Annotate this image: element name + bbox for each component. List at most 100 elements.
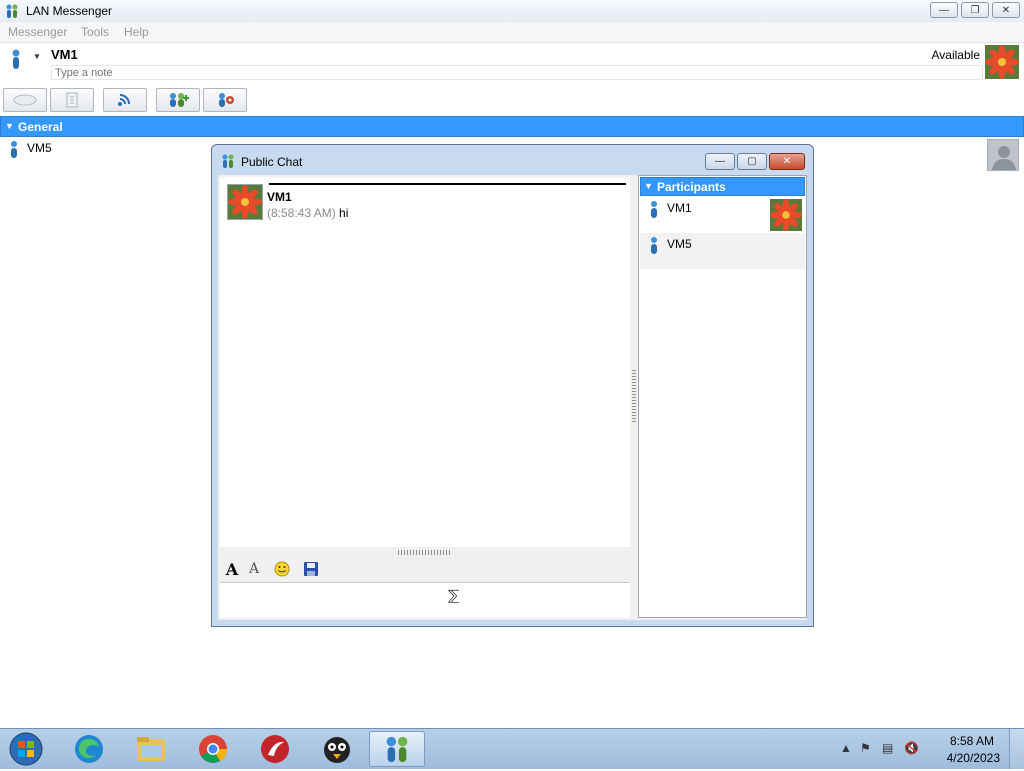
taskbar-chrome[interactable] — [186, 731, 240, 767]
app-red-icon — [261, 735, 289, 763]
participant-status-icon — [649, 236, 659, 257]
message-history[interactable]: VM1 (8:58:43 AM) hi — [220, 177, 630, 547]
game-bird-icon — [324, 737, 350, 763]
participant-status-icon — [649, 200, 659, 221]
chat-window-title: Public Chat — [241, 155, 303, 169]
message-timestamp: (8:58:43 AM) — [267, 206, 336, 220]
public-chat-window[interactable]: Public Chat — ▢ ✕ VM1 (8:58:43 AM) hi A … — [211, 144, 814, 627]
status-text[interactable]: Available — [932, 48, 980, 62]
contact-name: VM5 — [27, 141, 52, 155]
restore-button[interactable]: ❐ — [961, 2, 989, 18]
status-dropdown-icon[interactable]: ▼ — [33, 52, 41, 61]
flower-avatar-icon — [770, 199, 802, 231]
participants-header[interactable]: ▼ Participants — [640, 177, 805, 196]
main-title-bar: LAN Messenger — ❐ ✕ — [0, 0, 1024, 23]
close-button[interactable]: ✕ — [992, 2, 1020, 18]
user-status-icon[interactable] — [8, 48, 24, 73]
menu-help[interactable]: Help — [124, 25, 149, 39]
message-line: (8:58:43 AM) hi — [267, 206, 348, 220]
lan-messenger-icon — [386, 736, 408, 763]
close-icon: ✕ — [782, 156, 792, 167]
folder-icon — [137, 737, 165, 761]
contact-status-icon — [9, 140, 19, 161]
taskbar-game[interactable] — [310, 731, 364, 767]
minimize-button[interactable]: — — [930, 2, 958, 18]
vertical-splitter-handle[interactable] — [632, 370, 636, 422]
chat-maximize-button[interactable]: ▢ — [737, 153, 767, 170]
chat-icon — [13, 94, 37, 106]
taskbar-app-red[interactable] — [248, 731, 302, 767]
start-button[interactable] — [6, 730, 46, 768]
note-input[interactable] — [51, 65, 983, 80]
user-avatar[interactable] — [985, 45, 1019, 82]
clock-time[interactable]: 8:58 AM — [950, 734, 994, 748]
public-chat-icon — [220, 153, 236, 172]
taskbar-edge[interactable] — [62, 731, 116, 767]
font-button[interactable]: A — [222, 560, 242, 579]
participant-name: VM1 — [667, 201, 692, 215]
show-desktop-button[interactable] — [1009, 729, 1024, 769]
volume-muted-icon[interactable]: 🔇 — [904, 741, 919, 755]
window-title: LAN Messenger — [26, 4, 113, 18]
taskbar-file-explorer[interactable] — [124, 731, 178, 767]
save-icon — [304, 562, 318, 576]
format-toolbar: A A — [220, 557, 630, 581]
minimize-icon: — — [939, 4, 949, 16]
action-center-flag-icon[interactable]: ⚑ — [860, 741, 871, 755]
participants-panel: ▼ Participants VM1 VM5 — [638, 175, 807, 618]
system-tray: ▲ ⚑ ▤ 🔇 8:58 AM 4/20/2023 — [834, 729, 1024, 769]
message-sender: VM1 — [267, 190, 292, 204]
user-header: ▼ VM1 Available — [0, 43, 1024, 83]
save-chat-button[interactable] — [301, 560, 321, 578]
restore-icon: ❐ — [970, 4, 980, 16]
broadcast-button[interactable] — [103, 88, 147, 112]
file-transfer-icon — [66, 92, 78, 108]
participant-item[interactable]: VM5 — [640, 233, 805, 269]
clock-date[interactable]: 4/20/2023 — [947, 751, 1000, 765]
chat-button[interactable] — [3, 88, 47, 112]
network-icon[interactable]: ▤ — [882, 741, 893, 755]
emoticon-button[interactable] — [272, 560, 292, 578]
message-input[interactable] — [220, 582, 630, 618]
message-text: hi — [339, 206, 349, 220]
default-avatar-icon — [987, 139, 1019, 171]
mouse-ibeam-cursor: ⅀ — [448, 587, 460, 603]
horizontal-splitter-handle[interactable] — [398, 550, 452, 555]
participants-label: Participants — [657, 180, 726, 194]
menu-bar: Messenger Tools Help — [0, 22, 1024, 43]
menu-messenger[interactable]: Messenger — [8, 25, 67, 39]
minimize-icon: — — [715, 156, 725, 167]
message-separator — [269, 183, 626, 185]
public-chat-button[interactable] — [156, 88, 200, 112]
settings-icon — [219, 93, 234, 107]
edge-icon — [75, 735, 103, 763]
taskbar-lan-messenger[interactable] — [369, 731, 425, 767]
expand-triangle-icon: ▼ — [5, 121, 14, 131]
flower-avatar-icon — [228, 185, 262, 219]
font-color-button[interactable]: A — [244, 560, 264, 578]
public-chat-icon — [170, 93, 189, 107]
group-label: General — [18, 120, 63, 134]
chat-minimize-button[interactable]: — — [705, 153, 735, 170]
broadcast-icon — [118, 94, 130, 106]
expand-triangle-icon: ▼ — [644, 181, 653, 191]
maximize-icon: ▢ — [747, 156, 757, 167]
smiley-icon — [274, 561, 290, 577]
flower-avatar-icon — [985, 45, 1019, 79]
participant-name: VM5 — [667, 237, 692, 251]
close-icon: ✕ — [1001, 4, 1011, 16]
file-transfer-button[interactable] — [50, 88, 94, 112]
chrome-icon — [199, 735, 227, 763]
participant-avatar — [770, 199, 802, 231]
settings-button[interactable] — [203, 88, 247, 112]
message-avatar — [227, 184, 263, 220]
show-hidden-icons-icon[interactable]: ▲ — [840, 741, 852, 755]
menu-tools[interactable]: Tools — [81, 25, 109, 39]
lan-messenger-icon — [4, 3, 20, 22]
taskbar: ▲ ⚑ ▤ 🔇 8:58 AM 4/20/2023 — [0, 728, 1024, 769]
chat-close-button[interactable]: ✕ — [769, 153, 805, 170]
windows-start-icon — [9, 732, 43, 766]
user-name: VM1 — [51, 47, 78, 62]
contact-group-header[interactable]: ▼ General — [0, 116, 1024, 137]
participant-item[interactable]: VM1 — [640, 197, 805, 233]
